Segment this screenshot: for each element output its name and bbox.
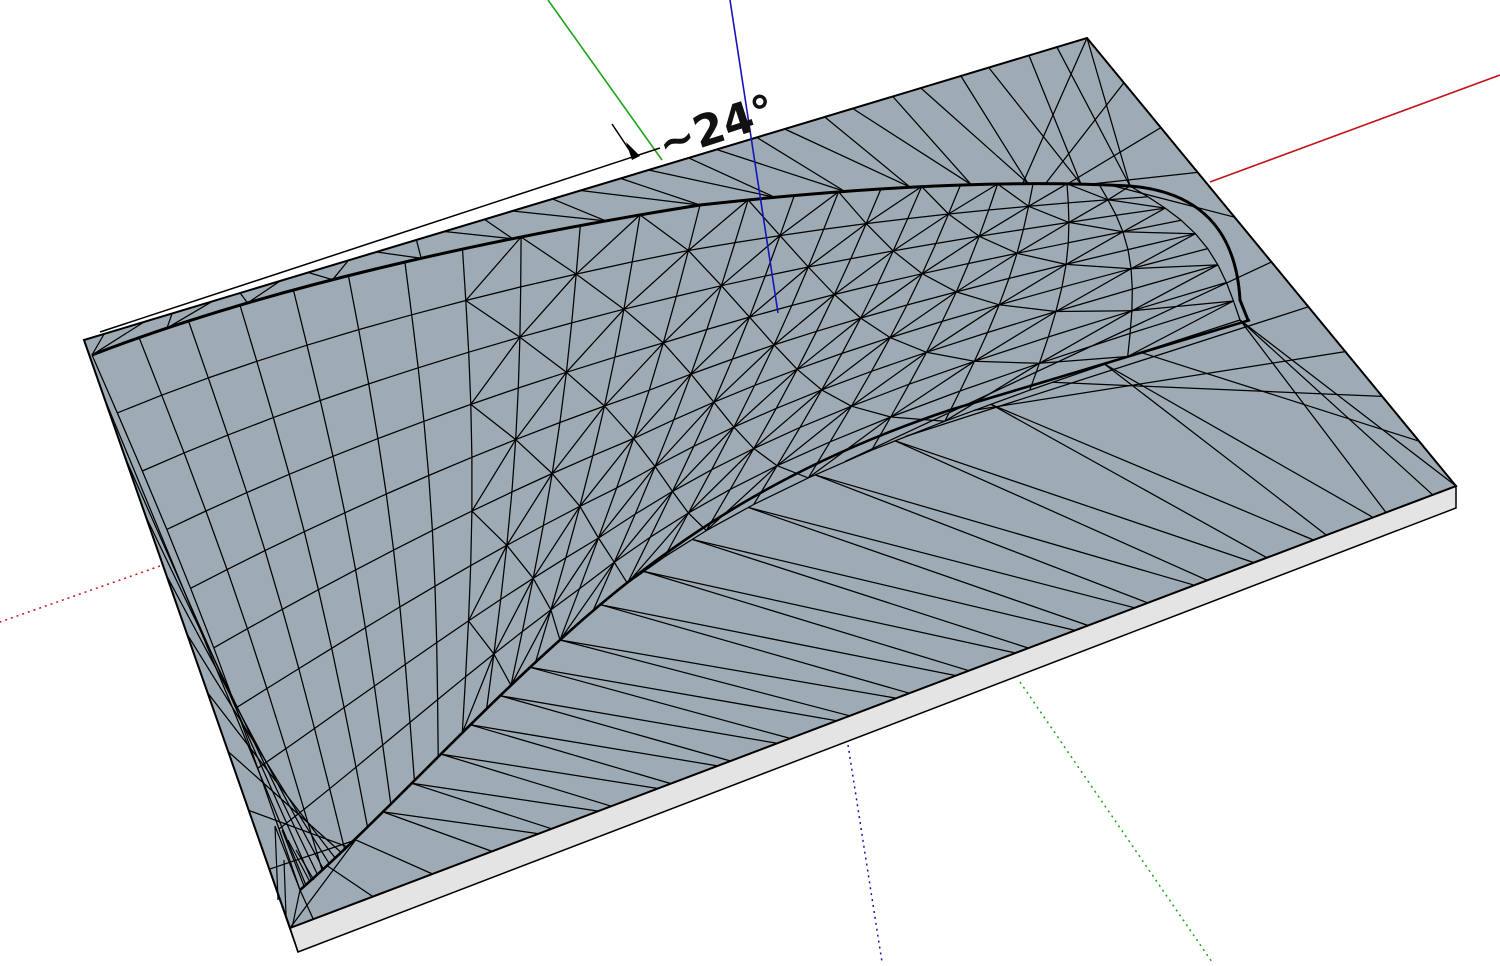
mesh-edge — [436, 699, 439, 757]
slab-model[interactable] — [82, 36, 1458, 953]
mesh-edge — [519, 286, 522, 338]
mesh-edge — [1055, 310, 1132, 313]
red-axis — [1209, 74, 1500, 183]
mesh-edge — [1067, 202, 1070, 223]
slab-top-face[interactable] — [82, 36, 1458, 930]
mesh-edge — [1067, 222, 1070, 243]
green-axis — [547, 0, 663, 161]
green-axis-negative — [1019, 681, 1213, 963]
blue-axis-negative — [847, 744, 883, 963]
sketchup-3d-viewport[interactable]: ~24° — [0, 0, 1500, 966]
red-axis-negative — [0, 565, 161, 623]
dimension-arrowhead-icon — [626, 142, 640, 160]
